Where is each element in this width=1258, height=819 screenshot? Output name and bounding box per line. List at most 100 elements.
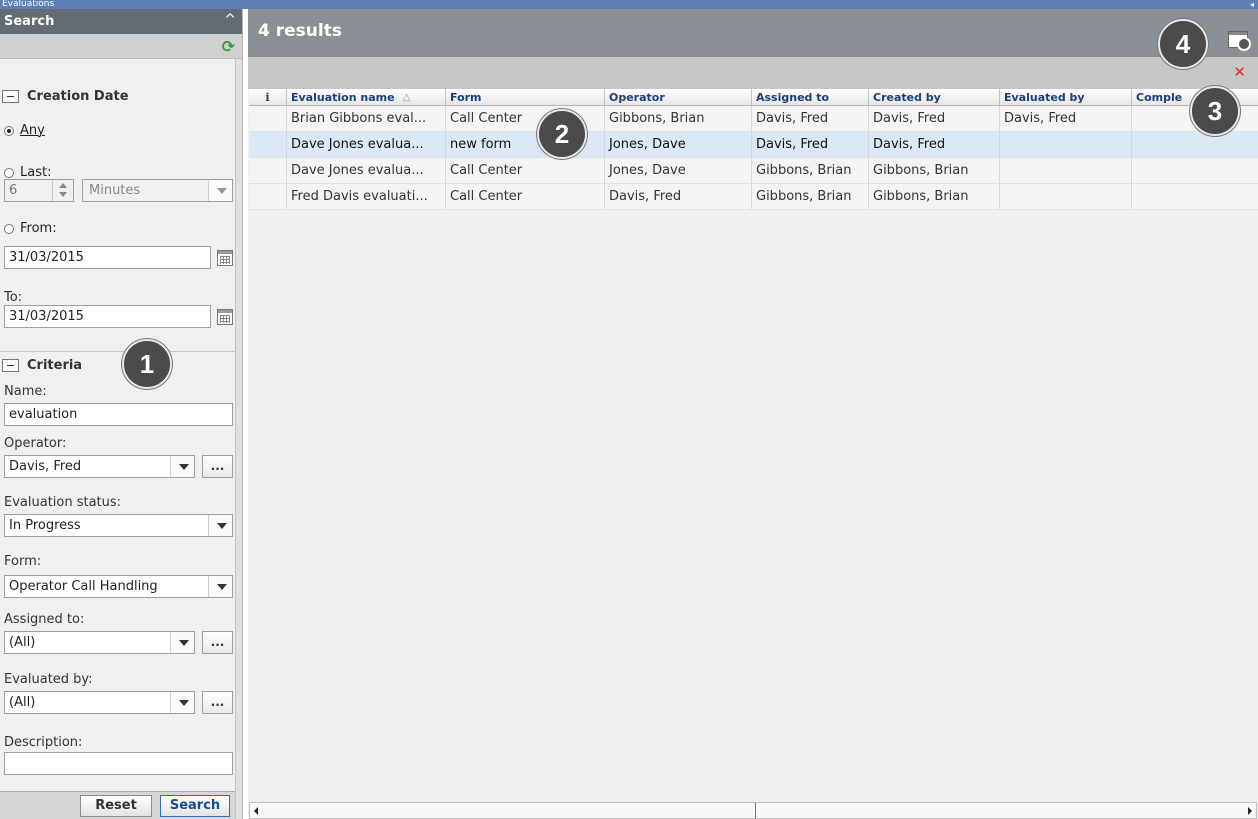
- criteria-section-header[interactable]: Criteria: [2, 354, 82, 376]
- creation-date-section-header[interactable]: Creation Date: [2, 85, 129, 107]
- last-amount-spinner[interactable]: 6: [4, 179, 74, 202]
- completed-cell: [1132, 132, 1258, 157]
- table-row-selected[interactable]: Dave Jones evalua... new form Jones, Dav…: [249, 132, 1258, 158]
- operator-select[interactable]: Davis, Fred: [4, 455, 195, 478]
- from-date-input[interactable]: 31/03/2015: [4, 246, 211, 269]
- assigned-to-cell: Davis, Fred: [752, 106, 869, 131]
- chevron-down-icon[interactable]: [170, 456, 194, 477]
- assigned-to-cell: Gibbons, Brian: [752, 184, 869, 209]
- last-unit-select[interactable]: Minutes: [82, 179, 233, 202]
- criteria-title: Criteria: [27, 357, 83, 373]
- column-header-evaluation-name[interactable]: Evaluation name △: [287, 89, 446, 105]
- section-divider: [0, 351, 236, 352]
- reset-button[interactable]: Reset: [80, 795, 152, 817]
- results-count: 4 results: [258, 21, 342, 41]
- from-radio[interactable]: From:: [4, 221, 57, 236]
- radio-indicator[interactable]: [4, 125, 14, 136]
- operator-browse-button[interactable]: ...: [202, 455, 233, 478]
- evaluation-name-cell: Dave Jones evalua...: [287, 132, 446, 157]
- description-input[interactable]: [4, 752, 233, 775]
- evaluation-name-cell: Brian Gibbons eval...: [287, 106, 446, 131]
- collapse-search-icon[interactable]: ^: [224, 12, 236, 28]
- results-panel: 4 results ✕ i Evaluation name △ Form Ope…: [248, 9, 1258, 819]
- evaluated-by-cell: [1000, 158, 1132, 183]
- radio-indicator[interactable]: [4, 223, 14, 234]
- search-actions-bar: Reset Search: [0, 791, 236, 819]
- calendar-icon[interactable]: [217, 250, 233, 266]
- close-icon[interactable]: ✕: [1233, 63, 1246, 81]
- form-value: Operator Call Handling: [9, 579, 158, 594]
- scroll-left-icon[interactable]: [254, 807, 258, 815]
- callout-marker-3: 3: [1190, 86, 1240, 136]
- info-cell: [249, 106, 287, 131]
- column-header-assigned-to[interactable]: Assigned to: [752, 89, 869, 105]
- table-header-row: i Evaluation name △ Form Operator Assign…: [249, 89, 1258, 106]
- assigned-to-select[interactable]: (All): [4, 631, 195, 654]
- column-header-form[interactable]: Form: [446, 89, 605, 105]
- refresh-icon[interactable]: ⟳: [222, 37, 235, 56]
- chevron-down-icon[interactable]: [170, 632, 194, 653]
- results-table: i Evaluation name △ Form Operator Assign…: [249, 89, 1258, 210]
- evaluation-status-select[interactable]: In Progress: [4, 514, 233, 537]
- any-radio[interactable]: Any: [4, 123, 45, 138]
- to-date-input[interactable]: 31/03/2015: [4, 305, 211, 328]
- column-header-operator[interactable]: Operator: [605, 89, 752, 105]
- any-label: Any: [20, 123, 45, 138]
- info-cell: [249, 132, 287, 157]
- calendar-icon[interactable]: [217, 309, 233, 325]
- chevron-down-icon[interactable]: [170, 692, 194, 713]
- evaluation-name-cell: Dave Jones evalua...: [287, 158, 446, 183]
- results-toolbar: [248, 57, 1258, 89]
- column-label: Evaluation name: [291, 90, 395, 104]
- created-by-cell: Gibbons, Brian: [869, 158, 1000, 183]
- search-button[interactable]: Search: [160, 795, 230, 817]
- form-select[interactable]: Operator Call Handling: [4, 575, 233, 598]
- operator-cell: Davis, Fred: [605, 184, 752, 209]
- callout-marker-2: 2: [537, 109, 587, 159]
- assigned-to-browse-button[interactable]: ...: [202, 631, 233, 654]
- info-cell: [249, 184, 287, 209]
- column-header-evaluated-by[interactable]: Evaluated by: [1000, 89, 1132, 105]
- schedule-calendar-icon[interactable]: [1228, 31, 1251, 51]
- spinner-arrows-icon[interactable]: [52, 180, 72, 201]
- search-panel-title: Search: [4, 14, 55, 29]
- chevron-down-icon[interactable]: [208, 515, 232, 536]
- search-panel-scrollbar[interactable]: [235, 59, 242, 819]
- table-row[interactable]: Fred Davis evaluati... Call Center Davis…: [249, 184, 1258, 210]
- completed-cell: [1132, 184, 1258, 209]
- operator-cell: Gibbons, Brian: [605, 106, 752, 131]
- table-row[interactable]: Brian Gibbons eval... Call Center Gibbon…: [249, 106, 1258, 132]
- window-title: Evaluations: [2, 0, 55, 9]
- evaluated-by-label: Evaluated by:: [4, 672, 93, 687]
- sort-ascending-icon: △: [402, 91, 411, 103]
- collapse-section-icon[interactable]: [2, 89, 19, 103]
- last-unit-value: Minutes: [89, 183, 141, 198]
- form-label: Form:: [4, 554, 42, 569]
- created-by-cell: Davis, Fred: [869, 106, 1000, 131]
- column-header-created-by[interactable]: Created by: [869, 89, 1000, 105]
- radio-indicator[interactable]: [4, 167, 14, 178]
- last-radio[interactable]: Last:: [4, 165, 51, 180]
- evaluated-by-select[interactable]: (All): [4, 691, 195, 714]
- chevron-down-icon[interactable]: [208, 576, 232, 597]
- collapse-section-icon[interactable]: [2, 358, 19, 372]
- created-by-cell: Davis, Fred: [869, 132, 1000, 157]
- collapse-window-icon[interactable]: ◂: [1250, 0, 1254, 9]
- operator-cell: Jones, Dave: [605, 132, 752, 157]
- chevron-down-icon[interactable]: [208, 180, 232, 201]
- assigned-to-cell: Gibbons, Brian: [752, 158, 869, 183]
- name-input[interactable]: evaluation: [4, 403, 233, 426]
- scroll-right-icon[interactable]: [1248, 807, 1252, 815]
- last-amount-value: 6: [9, 183, 18, 198]
- assigned-to-cell: Davis, Fred: [752, 132, 869, 157]
- table-row[interactable]: Dave Jones evalua... Call Center Jones, …: [249, 158, 1258, 184]
- column-header-info[interactable]: i: [249, 89, 287, 105]
- scrollbar-thumb[interactable]: [263, 803, 756, 818]
- from-date-value: 31/03/2015: [9, 250, 84, 265]
- evaluated-by-cell: [1000, 184, 1132, 209]
- evaluated-by-cell: [1000, 132, 1132, 157]
- last-label: Last:: [20, 165, 52, 180]
- horizontal-scrollbar[interactable]: [249, 802, 1257, 819]
- evaluated-by-value: (All): [9, 695, 36, 710]
- evaluated-by-browse-button[interactable]: ...: [202, 691, 233, 714]
